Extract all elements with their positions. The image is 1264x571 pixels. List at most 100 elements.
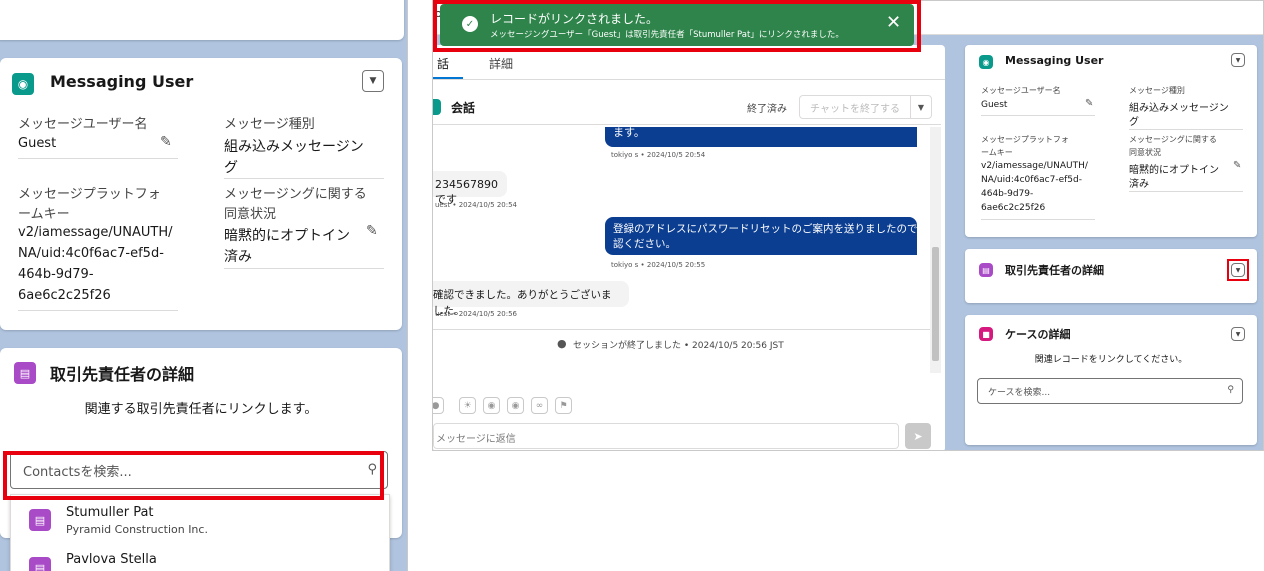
- dropdown-item-name: Stumuller Pat: [66, 505, 154, 520]
- messaging-user-title: Messaging User: [50, 72, 194, 91]
- chevron-down-icon: ▼: [917, 102, 925, 112]
- guest-message: 234567890です: [433, 171, 507, 206]
- message-text: ます。: [613, 127, 645, 139]
- messaging-user-icon: ◉: [12, 73, 34, 95]
- platform-value-line1: v2/iamessage/UNAUTH/: [981, 161, 1088, 171]
- type-value-line1: 組み込みメッセージン: [224, 139, 364, 155]
- chevron-down-icon: ▼: [369, 76, 377, 86]
- type-value-line2: グ: [1129, 117, 1139, 128]
- consent-value-line1: 暗黙的にオプトイン: [1129, 165, 1219, 176]
- type-label: メッセージ種別: [224, 117, 315, 132]
- conversation-status: 終了済み: [747, 104, 787, 115]
- divider: [433, 329, 933, 330]
- message-list-scrollbar[interactable]: [930, 127, 941, 373]
- divider: [981, 219, 1095, 220]
- divider: [18, 310, 178, 311]
- messaging-user-card: ◉ Messaging User ▼ メッセージユーザー名 Guest ✎ メッ…: [0, 58, 402, 330]
- dropdown-item[interactable]: ▤ Pavlova Stella: [11, 543, 389, 571]
- contact-details-subtitle: 関連する取引先責任者にリンクします。: [84, 402, 318, 417]
- tab-conversation[interactable]: 話: [437, 55, 449, 72]
- chevron-down-icon: ▼: [1235, 56, 1241, 64]
- messaging-user-menu-button[interactable]: ▼: [362, 70, 384, 92]
- contact-icon: ▤: [979, 263, 993, 277]
- chevron-down-icon: ▼: [1235, 330, 1241, 338]
- messaging-user-title: Messaging User: [1005, 54, 1104, 67]
- consent-value-line1: 暗黙的にオプトイン: [224, 228, 350, 244]
- flag-icon[interactable]: ⚑: [555, 397, 572, 414]
- case-details-menu-button[interactable]: ▼: [1231, 327, 1245, 341]
- type-label: メッセージ種別: [1129, 86, 1185, 95]
- contact-icon: ▤: [14, 362, 36, 384]
- platform-value-line2: NA/uid:4c0f6ac7-ef5d-: [981, 175, 1082, 185]
- divider: [981, 115, 1095, 116]
- conversation-card-header: 会話 終了済み チャットを終了する ▼: [433, 89, 941, 125]
- messaging-user-menu-button[interactable]: ▼: [1231, 53, 1245, 67]
- messaging-user-card: ◉ Messaging User ▼ メッセージユーザー名 Guest ✎ メッ…: [965, 45, 1257, 237]
- end-chat-label: チャットを終了する: [810, 103, 900, 115]
- case-search-input[interactable]: ケースを検索... ⚲: [977, 378, 1243, 404]
- reply-placeholder: メッセージに返信: [436, 434, 516, 445]
- consent-value-line2: 済み: [224, 249, 252, 265]
- edit-pencil-icon[interactable]: ✎: [160, 134, 172, 150]
- edit-pencil-icon[interactable]: ✎: [1233, 160, 1241, 171]
- case-details-card: ■ ケースの詳細 ▼ 関連レコードをリンクしてください。 ケースを検索... ⚲: [965, 315, 1257, 445]
- divider: [1129, 191, 1243, 192]
- consent-label-line2: 同意状況: [224, 207, 277, 222]
- info-icon: ●: [557, 337, 567, 350]
- username-label: メッセージユーザー名: [18, 117, 148, 132]
- message-meta: uest • 2024/10/5 20:54: [435, 201, 518, 209]
- platform-value-line1: v2/iamessage/UNAUTH/: [18, 225, 173, 240]
- platform-value-line4: 6ae6c2c25f26: [981, 203, 1046, 213]
- consent-label-line1: メッセージングに関する: [1129, 135, 1217, 144]
- end-chat-button[interactable]: チャットを終了する: [799, 95, 911, 119]
- session-ended-text: セッションが終了しました • 2024/10/5 20:56 JST: [573, 341, 784, 351]
- scrollbar-thumb[interactable]: [932, 247, 939, 361]
- emoji-icon[interactable]: ◉: [483, 397, 500, 414]
- platform-label-line2: ームキー: [18, 207, 70, 222]
- username-value: Guest: [18, 136, 57, 151]
- platform-label-line1: メッセージプラットフォ: [18, 187, 161, 202]
- platform-value-line3: 464b-9d79-: [981, 189, 1034, 199]
- messaging-user-icon: ◉: [979, 55, 993, 69]
- divider: [1129, 129, 1243, 130]
- right-panel: o 話 詳細 会話 終了済み チャットを終了する ▼ ます。 tokiyo s …: [432, 0, 1264, 451]
- message-meta: tokiyo s • 2024/10/5 20:54: [611, 151, 706, 159]
- guest-message: 確認できました。ありがとうございました。: [433, 281, 629, 317]
- consent-value-line2: 済み: [1129, 179, 1149, 190]
- message-text: 認ください。: [613, 238, 676, 250]
- edit-pencil-icon[interactable]: ✎: [366, 223, 378, 239]
- divider: [18, 158, 178, 159]
- dropdown-item-company: Pyramid Construction Inc.: [66, 523, 208, 536]
- tool-button-icon[interactable]: ●: [433, 397, 444, 414]
- divider: [433, 79, 945, 80]
- tab-details[interactable]: 詳細: [489, 55, 513, 72]
- platform-value-line4: 6ae6c2c25f26: [18, 288, 111, 303]
- case-details-subtitle: 関連レコードをリンクしてください。: [1034, 355, 1188, 365]
- tool-button-icon[interactable]: ☀: [459, 397, 476, 414]
- conversation-title: 会話: [451, 101, 476, 115]
- message-meta: tokiyo s • 2024/10/5 20:55: [611, 261, 706, 269]
- case-icon: ■: [979, 327, 993, 341]
- platform-value-line3: 464b-9d79-: [18, 267, 94, 282]
- platform-value-line2: NA/uid:4c0f6ac7-ef5d-: [18, 246, 164, 261]
- consent-label-line1: メッセージングに関する: [224, 187, 367, 202]
- platform-label-line2: ームキー: [981, 148, 1013, 157]
- contact-search-dropdown: ▤ Stumuller Pat Pyramid Construction Inc…: [10, 494, 390, 571]
- dropdown-item[interactable]: ▤ Stumuller Pat Pyramid Construction Inc…: [11, 499, 389, 539]
- contact-details-title: 取引先責任者の詳細: [50, 365, 195, 384]
- quick-text-icon[interactable]: ◉: [507, 397, 524, 414]
- reply-input[interactable]: メッセージに返信: [433, 423, 899, 449]
- send-icon: ➤: [913, 429, 923, 443]
- contact-icon: ▤: [29, 557, 51, 571]
- left-panel: ◉ Messaging User ▼ メッセージユーザー名 Guest ✎ メッ…: [0, 0, 408, 571]
- edit-pencil-icon[interactable]: ✎: [1085, 98, 1093, 109]
- send-button[interactable]: ➤: [905, 423, 931, 449]
- top-partial-card: [0, 0, 404, 40]
- highlight-frame: [1227, 259, 1249, 281]
- end-chat-menu-button[interactable]: ▼: [910, 95, 932, 119]
- agent-message: ます。: [605, 127, 917, 147]
- link-icon[interactable]: ∞: [531, 397, 548, 414]
- case-details-title: ケースの詳細: [1005, 328, 1071, 341]
- divider: [224, 178, 384, 179]
- platform-label-line1: メッセージプラットフォ: [981, 135, 1069, 144]
